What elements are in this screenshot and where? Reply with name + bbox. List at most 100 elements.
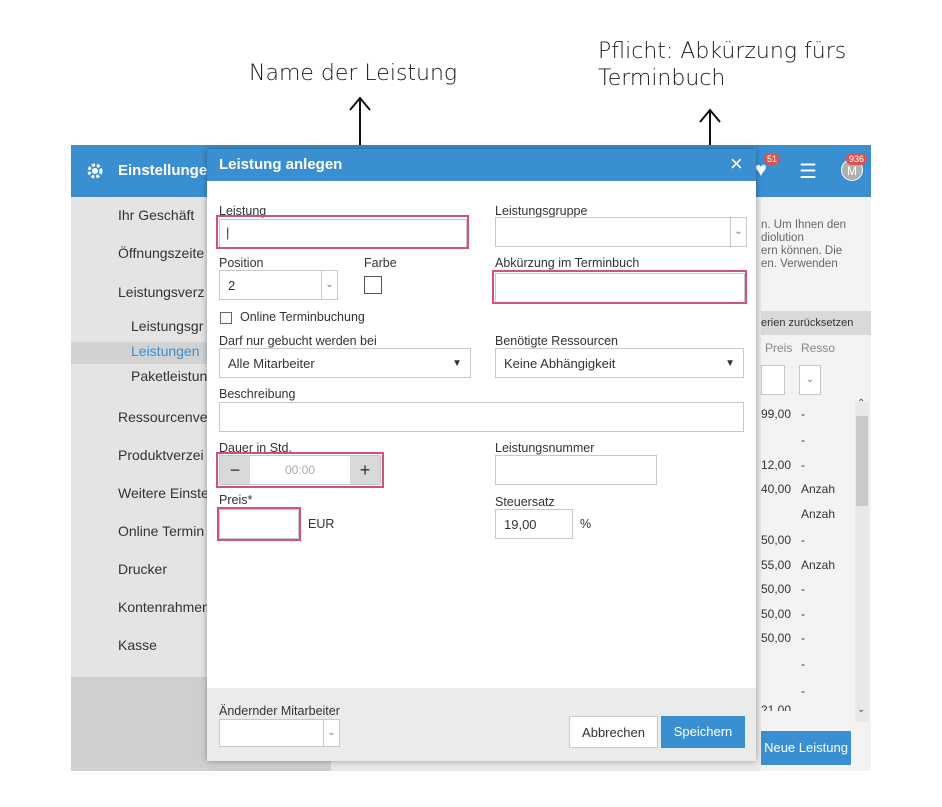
caret-down-icon: ▼ bbox=[452, 358, 462, 369]
table-cell-price: 50,00 bbox=[761, 631, 792, 645]
preis-label: Preis* bbox=[219, 493, 253, 507]
sidebar-item-kasse[interactable]: Kasse bbox=[118, 637, 157, 653]
darf-value: Alle Mitarbeiter bbox=[228, 356, 315, 371]
dialog-title: Leistung anlegen bbox=[219, 156, 343, 173]
farbe-color-picker[interactable] bbox=[364, 276, 382, 294]
ressourcen-value: Keine Abhängigkeit bbox=[504, 356, 616, 371]
beschreibung-label: Beschreibung bbox=[219, 387, 296, 401]
sidebar-item-kontenrahmen[interactable]: Kontenrahmen bbox=[118, 599, 210, 615]
highlight-leistung bbox=[216, 215, 469, 249]
save-button[interactable]: Speichern bbox=[661, 716, 745, 748]
steuersatz-unit: % bbox=[580, 517, 592, 531]
table-cell-price: 12,00 bbox=[761, 458, 792, 472]
online-terminbuchung-label: Online Terminbuchung bbox=[240, 310, 365, 324]
annotation-abkuerzung: Pflicht: Abkürzung fürs Terminbuch bbox=[598, 38, 846, 92]
table-cell-resource: - bbox=[801, 533, 805, 547]
gear-icon[interactable] bbox=[85, 161, 105, 181]
ressourcen-label: Benötigte Ressourcen bbox=[495, 334, 618, 348]
abkuerzung-label: Abkürzung im Terminbuch bbox=[495, 256, 640, 270]
reset-filter-link[interactable]: erien zurücksetzen bbox=[761, 317, 853, 329]
position-label: Position bbox=[219, 256, 264, 270]
create-service-dialog: Leistung anlegen × Leistung | Leistungsg… bbox=[207, 149, 756, 761]
table-cell-resource: - bbox=[801, 407, 805, 421]
sidebar-subitem-leistungsgruppen[interactable]: Leistungsgr bbox=[131, 318, 203, 334]
chevron-up-icon[interactable]: ⌃ bbox=[857, 398, 865, 409]
table-cell-resource: - bbox=[801, 657, 805, 671]
sidebar-subitem-paketleistungen[interactable]: Paketleistun bbox=[131, 368, 207, 384]
table-cell-resource: Anzah bbox=[801, 507, 836, 521]
chevron-down-icon[interactable]: ⌄ bbox=[857, 704, 865, 715]
page-title: Einstellunge bbox=[118, 162, 208, 179]
sidebar-item-ressourcen[interactable]: Ressourcenve bbox=[118, 409, 208, 425]
sidebar-item-geschaeft[interactable]: Ihr Geschäft bbox=[118, 207, 194, 223]
list-icon[interactable]: ☰ bbox=[799, 159, 817, 184]
table-cell-resource: - bbox=[801, 458, 805, 472]
online-terminbuchung-checkbox[interactable] bbox=[220, 312, 232, 324]
ressourcen-select[interactable]: Keine Abhängigkeit ▼ bbox=[495, 348, 744, 378]
new-service-button[interactable]: Neue Leistung bbox=[761, 731, 851, 765]
table-scrollbar[interactable]: ⌃ ⌄ bbox=[855, 398, 869, 722]
table-cell-price: 50,00 bbox=[761, 582, 792, 596]
info-text-line: en. Verwenden bbox=[761, 258, 838, 270]
leistungsnummer-input[interactable] bbox=[495, 455, 657, 485]
preis-unit: EUR bbox=[308, 517, 335, 531]
sidebar-item-weitere-einstellungen[interactable]: Weitere Einste bbox=[118, 485, 209, 501]
chevron-down-icon: ⌄ bbox=[323, 720, 339, 746]
table-cell-resource: - bbox=[801, 684, 805, 698]
sidebar-item-drucker[interactable]: Drucker bbox=[118, 561, 167, 577]
table-cell-price: 50,00 bbox=[761, 533, 792, 547]
sidebar-subitem-leistungen[interactable]: Leistungen bbox=[131, 343, 200, 359]
leistungsnummer-label: Leistungsnummer bbox=[495, 441, 595, 455]
table-cell-price: 50,00 bbox=[761, 607, 792, 621]
table-cell-resource: Anzah bbox=[801, 558, 836, 572]
caret-down-icon: ▼ bbox=[725, 358, 735, 369]
preis-filter-input[interactable] bbox=[761, 365, 785, 395]
table-cell-resource: - bbox=[801, 433, 805, 447]
column-header-preis[interactable]: Preis bbox=[765, 341, 792, 355]
beschreibung-input[interactable] bbox=[219, 402, 744, 432]
table-cell-price: 21,00 bbox=[761, 703, 792, 711]
dialog-footer: Ändernder Mitarbeiter ⌄ Abbrechen Speich… bbox=[207, 688, 756, 761]
info-text-line: ern können. Die bbox=[761, 245, 843, 257]
position-value: 2 bbox=[228, 278, 236, 293]
ressource-filter-select[interactable]: ⌄ bbox=[799, 365, 821, 395]
sidebar-item-online-termin[interactable]: Online Termin bbox=[118, 523, 204, 539]
notification-badge: 51 bbox=[764, 153, 781, 165]
leistungsgruppe-select[interactable]: ⌄ bbox=[495, 217, 747, 247]
aendernder-select[interactable]: ⌄ bbox=[219, 719, 340, 747]
position-select[interactable]: 2 ⌄ bbox=[219, 270, 338, 300]
services-table: n. Um Ihnen den diolution ern können. Di… bbox=[761, 197, 871, 771]
column-header-ressource[interactable]: Resso bbox=[801, 341, 835, 355]
chevron-down-icon: ⌄ bbox=[730, 218, 746, 246]
info-text-line: n. Um Ihnen den bbox=[761, 219, 847, 231]
steuersatz-label: Steuersatz bbox=[495, 495, 555, 509]
table-cell-resource: Anzah bbox=[801, 482, 836, 496]
leistungsgruppe-label: Leistungsgruppe bbox=[495, 204, 588, 218]
cancel-button[interactable]: Abbrechen bbox=[569, 716, 658, 748]
table-cell-resource: - bbox=[801, 631, 805, 645]
table-cell-price: 99,00 bbox=[761, 407, 792, 421]
sidebar-item-produktverzeichnis[interactable]: Produktverzei bbox=[118, 447, 204, 463]
darf-label: Darf nur gebucht werden bei bbox=[219, 334, 377, 348]
annotation-name-der-leistung: Name der Leistung bbox=[249, 61, 458, 86]
scrollbar-thumb[interactable] bbox=[856, 416, 868, 506]
highlight-preis bbox=[217, 507, 301, 541]
highlight-abkuerzung bbox=[492, 270, 747, 304]
sidebar-item-oeffnungszeiten[interactable]: Öffnungszeite bbox=[118, 245, 204, 261]
sidebar-item-leistungsverzeichnis[interactable]: Leistungsverz bbox=[118, 284, 204, 300]
user-badge: 936 bbox=[846, 153, 868, 165]
steuersatz-input[interactable]: 19,00 bbox=[495, 509, 573, 539]
close-icon[interactable]: × bbox=[730, 151, 743, 177]
table-cell-resource: - bbox=[801, 607, 805, 621]
dialog-header: Leistung anlegen × bbox=[207, 149, 756, 181]
info-text-line: diolution bbox=[761, 232, 804, 244]
table-cell-resource: - bbox=[801, 582, 805, 596]
annotation-abkuerzung-line2: Terminbuch bbox=[598, 66, 726, 91]
highlight-dauer bbox=[216, 452, 384, 488]
chevron-down-icon: ⌄ bbox=[321, 271, 337, 299]
farbe-label: Farbe bbox=[364, 256, 397, 270]
steuersatz-value: 19,00 bbox=[504, 517, 537, 532]
aendernder-label: Ändernder Mitarbeiter bbox=[219, 704, 340, 718]
darf-select[interactable]: Alle Mitarbeiter ▼ bbox=[219, 348, 471, 378]
reset-filter-bar: erien zurücksetzen bbox=[761, 311, 871, 335]
